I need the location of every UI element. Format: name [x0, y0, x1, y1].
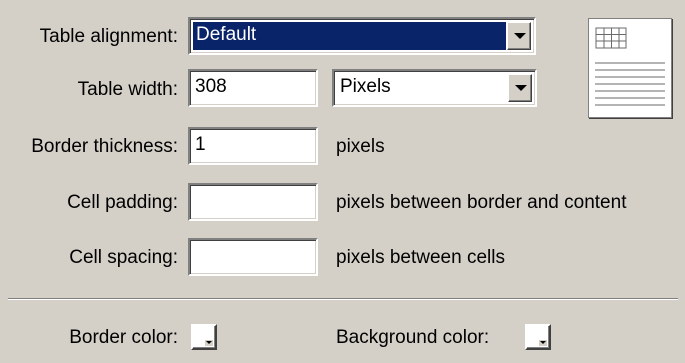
table-width-unit-dropdown-button[interactable] — [508, 74, 532, 102]
cell-spacing-hint: pixels between cells — [336, 247, 505, 268]
table-width-input[interactable]: 308 — [188, 69, 318, 107]
border-thickness-unit: pixels — [336, 136, 385, 157]
table-width-unit-select[interactable]: Pixels — [332, 69, 537, 107]
section-divider — [8, 298, 678, 300]
border-thickness-label: Border thickness: — [31, 136, 178, 157]
table-alignment-select[interactable]: Default — [188, 17, 536, 55]
cell-padding-input[interactable] — [188, 183, 318, 221]
table-width-value: 308 — [195, 76, 227, 97]
cell-spacing-input[interactable] — [188, 238, 318, 276]
background-color-dropdown-icon — [539, 340, 547, 346]
table-alignment-label: Table alignment: — [39, 26, 178, 47]
border-thickness-input[interactable]: 1 — [188, 127, 318, 165]
border-color-button[interactable] — [191, 324, 217, 350]
background-color-button[interactable] — [525, 324, 551, 350]
cell-padding-label: Cell padding: — [67, 192, 178, 213]
border-thickness-value: 1 — [195, 134, 206, 155]
cell-spacing-label: Cell spacing: — [69, 247, 178, 268]
border-color-label: Border color: — [69, 327, 178, 348]
cell-padding-hint: pixels between border and content — [336, 192, 627, 213]
background-color-label: Background color: — [336, 327, 490, 348]
border-color-dropdown-icon — [205, 340, 213, 346]
table-alignment-value: Default — [193, 22, 506, 50]
table-alignment-dropdown-button[interactable] — [507, 22, 531, 50]
table-width-unit-value: Pixels — [340, 76, 391, 97]
table-preview-icon — [588, 18, 672, 118]
table-width-label: Table width: — [77, 79, 178, 100]
